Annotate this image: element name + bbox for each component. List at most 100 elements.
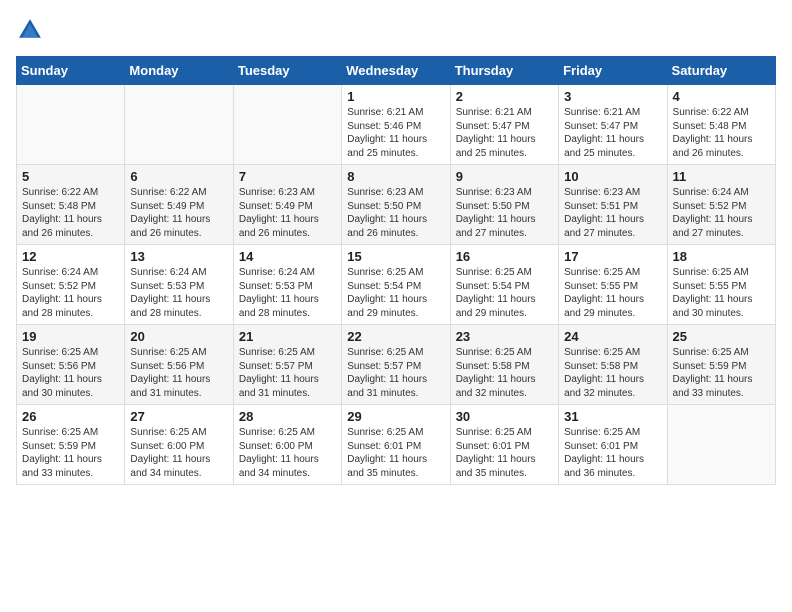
day-number: 13: [130, 249, 227, 264]
day-cell: 26 Sunrise: 6:25 AM Sunset: 5:59 PM Dayli…: [17, 405, 125, 485]
day-number: 24: [564, 329, 661, 344]
day-number: 29: [347, 409, 444, 424]
day-info: Sunrise: 6:25 AM Sunset: 6:01 PM Dayligh…: [564, 426, 661, 480]
day-cell: 31 Sunrise: 6:25 AM Sunset: 6:01 PM Dayli…: [559, 405, 667, 485]
day-info: Sunrise: 6:25 AM Sunset: 5:58 PM Dayligh…: [564, 346, 661, 400]
day-info: Sunrise: 6:25 AM Sunset: 6:00 PM Dayligh…: [239, 426, 336, 480]
calendar-table: SundayMondayTuesdayWednesdayThursdayFrid…: [16, 56, 776, 485]
day-cell: 10 Sunrise: 6:23 AM Sunset: 5:51 PM Dayli…: [559, 165, 667, 245]
day-info: Sunrise: 6:25 AM Sunset: 6:01 PM Dayligh…: [456, 426, 553, 480]
day-info: Sunrise: 6:21 AM Sunset: 5:47 PM Dayligh…: [564, 106, 661, 160]
day-cell: 3Sunrise: 6:21 AM Sunset: 5:47 PM Daylig…: [559, 85, 667, 165]
day-cell: 28 Sunrise: 6:25 AM Sunset: 6:00 PM Dayli…: [233, 405, 341, 485]
day-number: 25: [673, 329, 770, 344]
day-number: 10: [564, 169, 661, 184]
day-number: 9: [456, 169, 553, 184]
day-number: 6: [130, 169, 227, 184]
day-number: 17: [564, 249, 661, 264]
day-cell: 4 Sunrise: 6:22 AM Sunset: 5:48 PM Daylig…: [667, 85, 775, 165]
day-cell: 17 Sunrise: 6:25 AM Sunset: 5:55 PM Dayli…: [559, 245, 667, 325]
day-cell: 16 Sunrise: 6:25 AM Sunset: 5:54 PM Dayli…: [450, 245, 558, 325]
day-info: Sunrise: 6:23 AM Sunset: 5:50 PM Dayligh…: [347, 186, 444, 240]
day-cell: 21 Sunrise: 6:25 AM Sunset: 5:57 PM Dayli…: [233, 325, 341, 405]
day-cell: 27Sunrise: 6:25 AM Sunset: 6:00 PM Dayli…: [125, 405, 233, 485]
week-row-0: 1 Sunrise: 6:21 AM Sunset: 5:46 PM Daylig…: [17, 85, 776, 165]
day-info: Sunrise: 6:25 AM Sunset: 5:56 PM Dayligh…: [130, 346, 227, 400]
day-cell: 19 Sunrise: 6:25 AM Sunset: 5:56 PM Dayli…: [17, 325, 125, 405]
day-cell: 24 Sunrise: 6:25 AM Sunset: 5:58 PM Dayli…: [559, 325, 667, 405]
day-cell: 22 Sunrise: 6:25 AM Sunset: 5:57 PM Dayli…: [342, 325, 450, 405]
day-cell: 6 Sunrise: 6:22 AM Sunset: 5:49 PM Daylig…: [125, 165, 233, 245]
weekday-header-tuesday: Tuesday: [233, 57, 341, 85]
week-row-3: 19 Sunrise: 6:25 AM Sunset: 5:56 PM Dayli…: [17, 325, 776, 405]
day-info: Sunrise: 6:25 AM Sunset: 5:54 PM Dayligh…: [456, 266, 553, 320]
day-number: 21: [239, 329, 336, 344]
day-number: 4: [673, 89, 770, 104]
day-info: Sunrise: 6:25 AM Sunset: 5:55 PM Dayligh…: [564, 266, 661, 320]
day-info: Sunrise: 6:24 AM Sunset: 5:53 PM Dayligh…: [130, 266, 227, 320]
day-cell: [17, 85, 125, 165]
day-number: 16: [456, 249, 553, 264]
day-cell: 29 Sunrise: 6:25 AM Sunset: 6:01 PM Dayli…: [342, 405, 450, 485]
day-number: 19: [22, 329, 119, 344]
weekday-header-friday: Friday: [559, 57, 667, 85]
day-cell: 12Sunrise: 6:24 AM Sunset: 5:52 PM Dayli…: [17, 245, 125, 325]
day-cell: 25 Sunrise: 6:25 AM Sunset: 5:59 PM Dayli…: [667, 325, 775, 405]
day-info: Sunrise: 6:25 AM Sunset: 5:57 PM Dayligh…: [239, 346, 336, 400]
day-number: 2: [456, 89, 553, 104]
day-info: Sunrise: 6:25 AM Sunset: 5:58 PM Dayligh…: [456, 346, 553, 400]
day-number: 26: [22, 409, 119, 424]
day-cell: 1 Sunrise: 6:21 AM Sunset: 5:46 PM Daylig…: [342, 85, 450, 165]
day-cell: [125, 85, 233, 165]
day-number: 20: [130, 329, 227, 344]
day-cell: 30Sunrise: 6:25 AM Sunset: 6:01 PM Dayli…: [450, 405, 558, 485]
day-cell: 23 Sunrise: 6:25 AM Sunset: 5:58 PM Dayli…: [450, 325, 558, 405]
day-number: 11: [673, 169, 770, 184]
day-info: Sunrise: 6:25 AM Sunset: 5:54 PM Dayligh…: [347, 266, 444, 320]
day-cell: 13 Sunrise: 6:24 AM Sunset: 5:53 PM Dayli…: [125, 245, 233, 325]
day-number: 1: [347, 89, 444, 104]
day-number: 22: [347, 329, 444, 344]
day-cell: 8Sunrise: 6:23 AM Sunset: 5:50 PM Daylig…: [342, 165, 450, 245]
weekday-header-monday: Monday: [125, 57, 233, 85]
logo: [16, 16, 48, 44]
day-info: Sunrise: 6:23 AM Sunset: 5:51 PM Dayligh…: [564, 186, 661, 240]
day-info: Sunrise: 6:21 AM Sunset: 5:47 PM Dayligh…: [456, 106, 553, 160]
weekday-header-thursday: Thursday: [450, 57, 558, 85]
day-info: Sunrise: 6:25 AM Sunset: 5:55 PM Dayligh…: [673, 266, 770, 320]
day-info: Sunrise: 6:23 AM Sunset: 5:50 PM Dayligh…: [456, 186, 553, 240]
day-cell: 18 Sunrise: 6:25 AM Sunset: 5:55 PM Dayli…: [667, 245, 775, 325]
day-info: Sunrise: 6:22 AM Sunset: 5:48 PM Dayligh…: [673, 106, 770, 160]
day-cell: 9 Sunrise: 6:23 AM Sunset: 5:50 PM Daylig…: [450, 165, 558, 245]
day-cell: [233, 85, 341, 165]
day-cell: 11 Sunrise: 6:24 AM Sunset: 5:52 PM Dayli…: [667, 165, 775, 245]
day-info: Sunrise: 6:25 AM Sunset: 5:57 PM Dayligh…: [347, 346, 444, 400]
day-info: Sunrise: 6:24 AM Sunset: 5:52 PM Dayligh…: [673, 186, 770, 240]
day-cell: 2 Sunrise: 6:21 AM Sunset: 5:47 PM Daylig…: [450, 85, 558, 165]
day-number: 7: [239, 169, 336, 184]
weekday-header-sunday: Sunday: [17, 57, 125, 85]
day-info: Sunrise: 6:21 AM Sunset: 5:46 PM Dayligh…: [347, 106, 444, 160]
day-info: Sunrise: 6:24 AM Sunset: 5:53 PM Dayligh…: [239, 266, 336, 320]
day-cell: 5 Sunrise: 6:22 AM Sunset: 5:48 PM Daylig…: [17, 165, 125, 245]
day-info: Sunrise: 6:22 AM Sunset: 5:48 PM Dayligh…: [22, 186, 119, 240]
day-number: 23: [456, 329, 553, 344]
day-number: 5: [22, 169, 119, 184]
day-number: 15: [347, 249, 444, 264]
day-number: 28: [239, 409, 336, 424]
day-info: Sunrise: 6:25 AM Sunset: 5:59 PM Dayligh…: [673, 346, 770, 400]
day-info: Sunrise: 6:25 AM Sunset: 6:01 PM Dayligh…: [347, 426, 444, 480]
day-info: Sunrise: 6:23 AM Sunset: 5:49 PM Dayligh…: [239, 186, 336, 240]
day-info: Sunrise: 6:24 AM Sunset: 5:52 PM Dayligh…: [22, 266, 119, 320]
logo-icon: [16, 16, 44, 44]
day-info: Sunrise: 6:25 AM Sunset: 5:59 PM Dayligh…: [22, 426, 119, 480]
day-cell: [667, 405, 775, 485]
day-number: 18: [673, 249, 770, 264]
day-cell: 20 Sunrise: 6:25 AM Sunset: 5:56 PM Dayli…: [125, 325, 233, 405]
day-info: Sunrise: 6:25 AM Sunset: 6:00 PM Dayligh…: [130, 426, 227, 480]
day-info: Sunrise: 6:22 AM Sunset: 5:49 PM Dayligh…: [130, 186, 227, 240]
day-number: 31: [564, 409, 661, 424]
day-cell: 14Sunrise: 6:24 AM Sunset: 5:53 PM Dayli…: [233, 245, 341, 325]
week-row-1: 5 Sunrise: 6:22 AM Sunset: 5:48 PM Daylig…: [17, 165, 776, 245]
day-info: Sunrise: 6:25 AM Sunset: 5:56 PM Dayligh…: [22, 346, 119, 400]
